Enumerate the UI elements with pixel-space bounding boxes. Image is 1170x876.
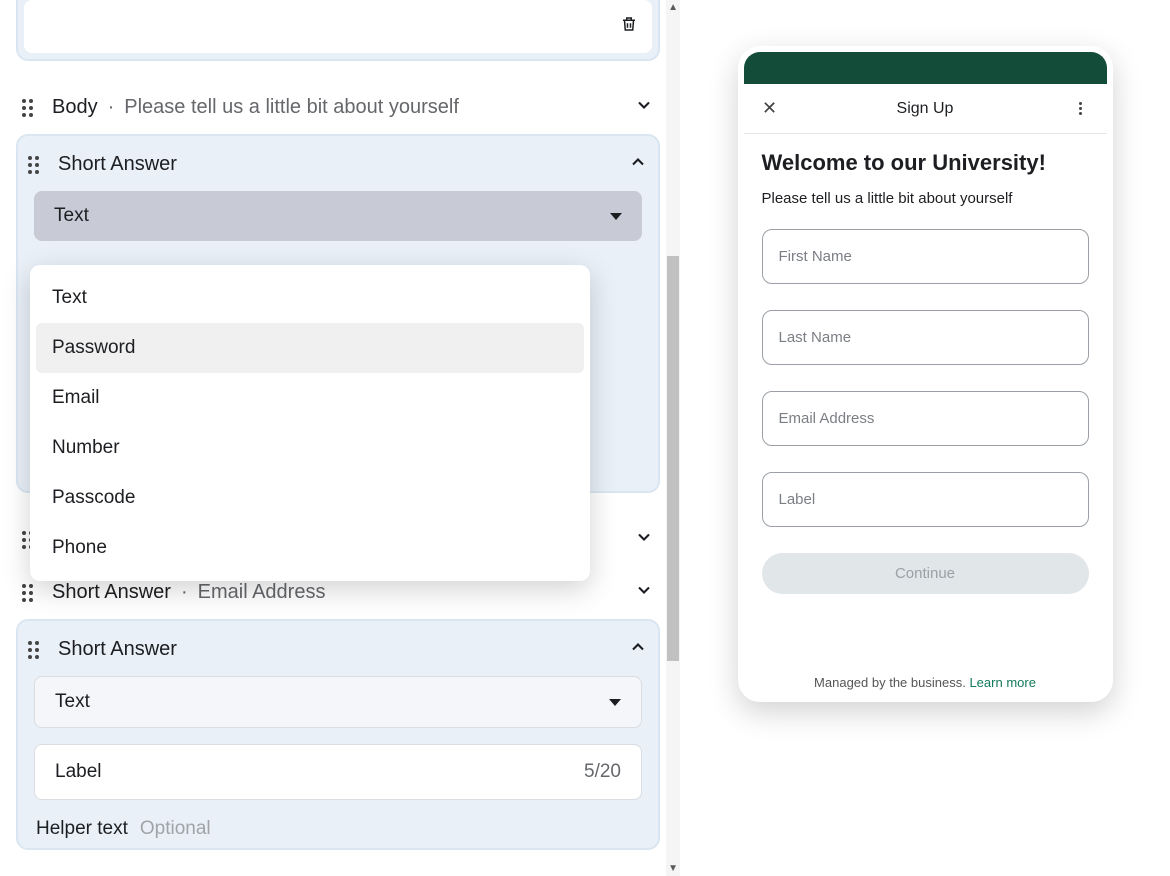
block-title: Short Answer [58,638,177,661]
drag-handle-icon[interactable] [28,156,46,174]
input-type-select[interactable]: Text [34,191,642,241]
footer-text: Managed by the business. [814,675,966,690]
welcome-heading: Welcome to our University! [762,150,1089,176]
dropdown-option-password[interactable]: Password [36,323,584,373]
label-input[interactable]: Label 5/20 [34,744,642,800]
preview-panel: ✕ Sign Up Welcome to our University! Ple… [680,0,1170,876]
learn-more-link[interactable]: Learn more [969,675,1035,690]
scrollbar-track[interactable]: ▲ ▼ [666,0,680,876]
chevron-up-icon[interactable] [628,152,648,177]
preview-field-last-name[interactable]: Last Name [762,310,1089,365]
select-value: Text [54,205,89,227]
helper-text-optional: Optional [140,818,211,840]
label-input-value: Label [55,761,102,783]
drag-handle-icon[interactable] [22,584,40,602]
builder-block-short-answer-2: Short Answer Text Label 5/20 Helper text… [16,619,660,850]
dropdown-option-number[interactable]: Number [36,423,584,473]
dropdown-option-text[interactable]: Text [36,273,584,323]
input-type-select-2[interactable]: Text [34,676,642,728]
phone-header-bg [744,52,1107,84]
chevron-down-icon[interactable] [634,527,654,552]
char-counter: 5/20 [584,761,621,783]
builder-panel: Body · Please tell us a little bit about… [0,0,680,876]
welcome-subtitle: Please tell us a little bit about yourse… [762,190,1089,207]
caret-down-icon [609,699,621,706]
helper-text-row: Helper text Optional [28,800,648,840]
preview-field-first-name[interactable]: First Name [762,229,1089,284]
scroll-down-icon[interactable]: ▼ [668,863,678,874]
block-title: Short Answer [58,153,177,176]
selected-block-top [16,0,660,61]
dropdown-option-email[interactable]: Email [36,373,584,423]
row-title: Body [52,96,98,119]
dropdown-option-passcode[interactable]: Passcode [36,473,584,523]
scroll-up-icon[interactable]: ▲ [668,2,678,13]
row-subtitle: Please tell us a little bit about yourse… [124,96,459,119]
sheet-title: Sign Up [897,100,954,118]
chevron-down-icon[interactable] [634,580,654,605]
row-subtitle: Email Address [198,581,326,604]
caret-down-icon [610,213,622,220]
drag-handle-icon[interactable] [28,641,46,659]
preview-field-email[interactable]: Email Address [762,391,1089,446]
chevron-down-icon[interactable] [634,95,654,120]
kebab-icon[interactable] [1070,100,1090,117]
dropdown-option-phone[interactable]: Phone [36,523,584,573]
row-title: Short Answer [52,581,171,604]
select-value: Text [55,691,90,713]
trash-icon[interactable] [620,14,638,39]
preview-field-label[interactable]: Label [762,472,1089,527]
continue-button[interactable]: Continue [762,553,1089,594]
phone-frame: ✕ Sign Up Welcome to our University! Ple… [738,46,1113,702]
helper-text-label: Helper text [36,818,128,840]
close-icon[interactable]: ✕ [760,98,780,119]
scrollbar-thumb[interactable] [667,256,679,661]
input-type-dropdown: Text Password Email Number Passcode Phon… [30,265,590,581]
drag-handle-icon[interactable] [22,99,40,117]
builder-row-body[interactable]: Body · Please tell us a little bit about… [16,81,660,134]
preview-sheet: ✕ Sign Up Welcome to our University! Ple… [744,84,1107,702]
preview-footer: Managed by the business. Learn more [744,671,1107,702]
chevron-up-icon[interactable] [628,637,648,662]
